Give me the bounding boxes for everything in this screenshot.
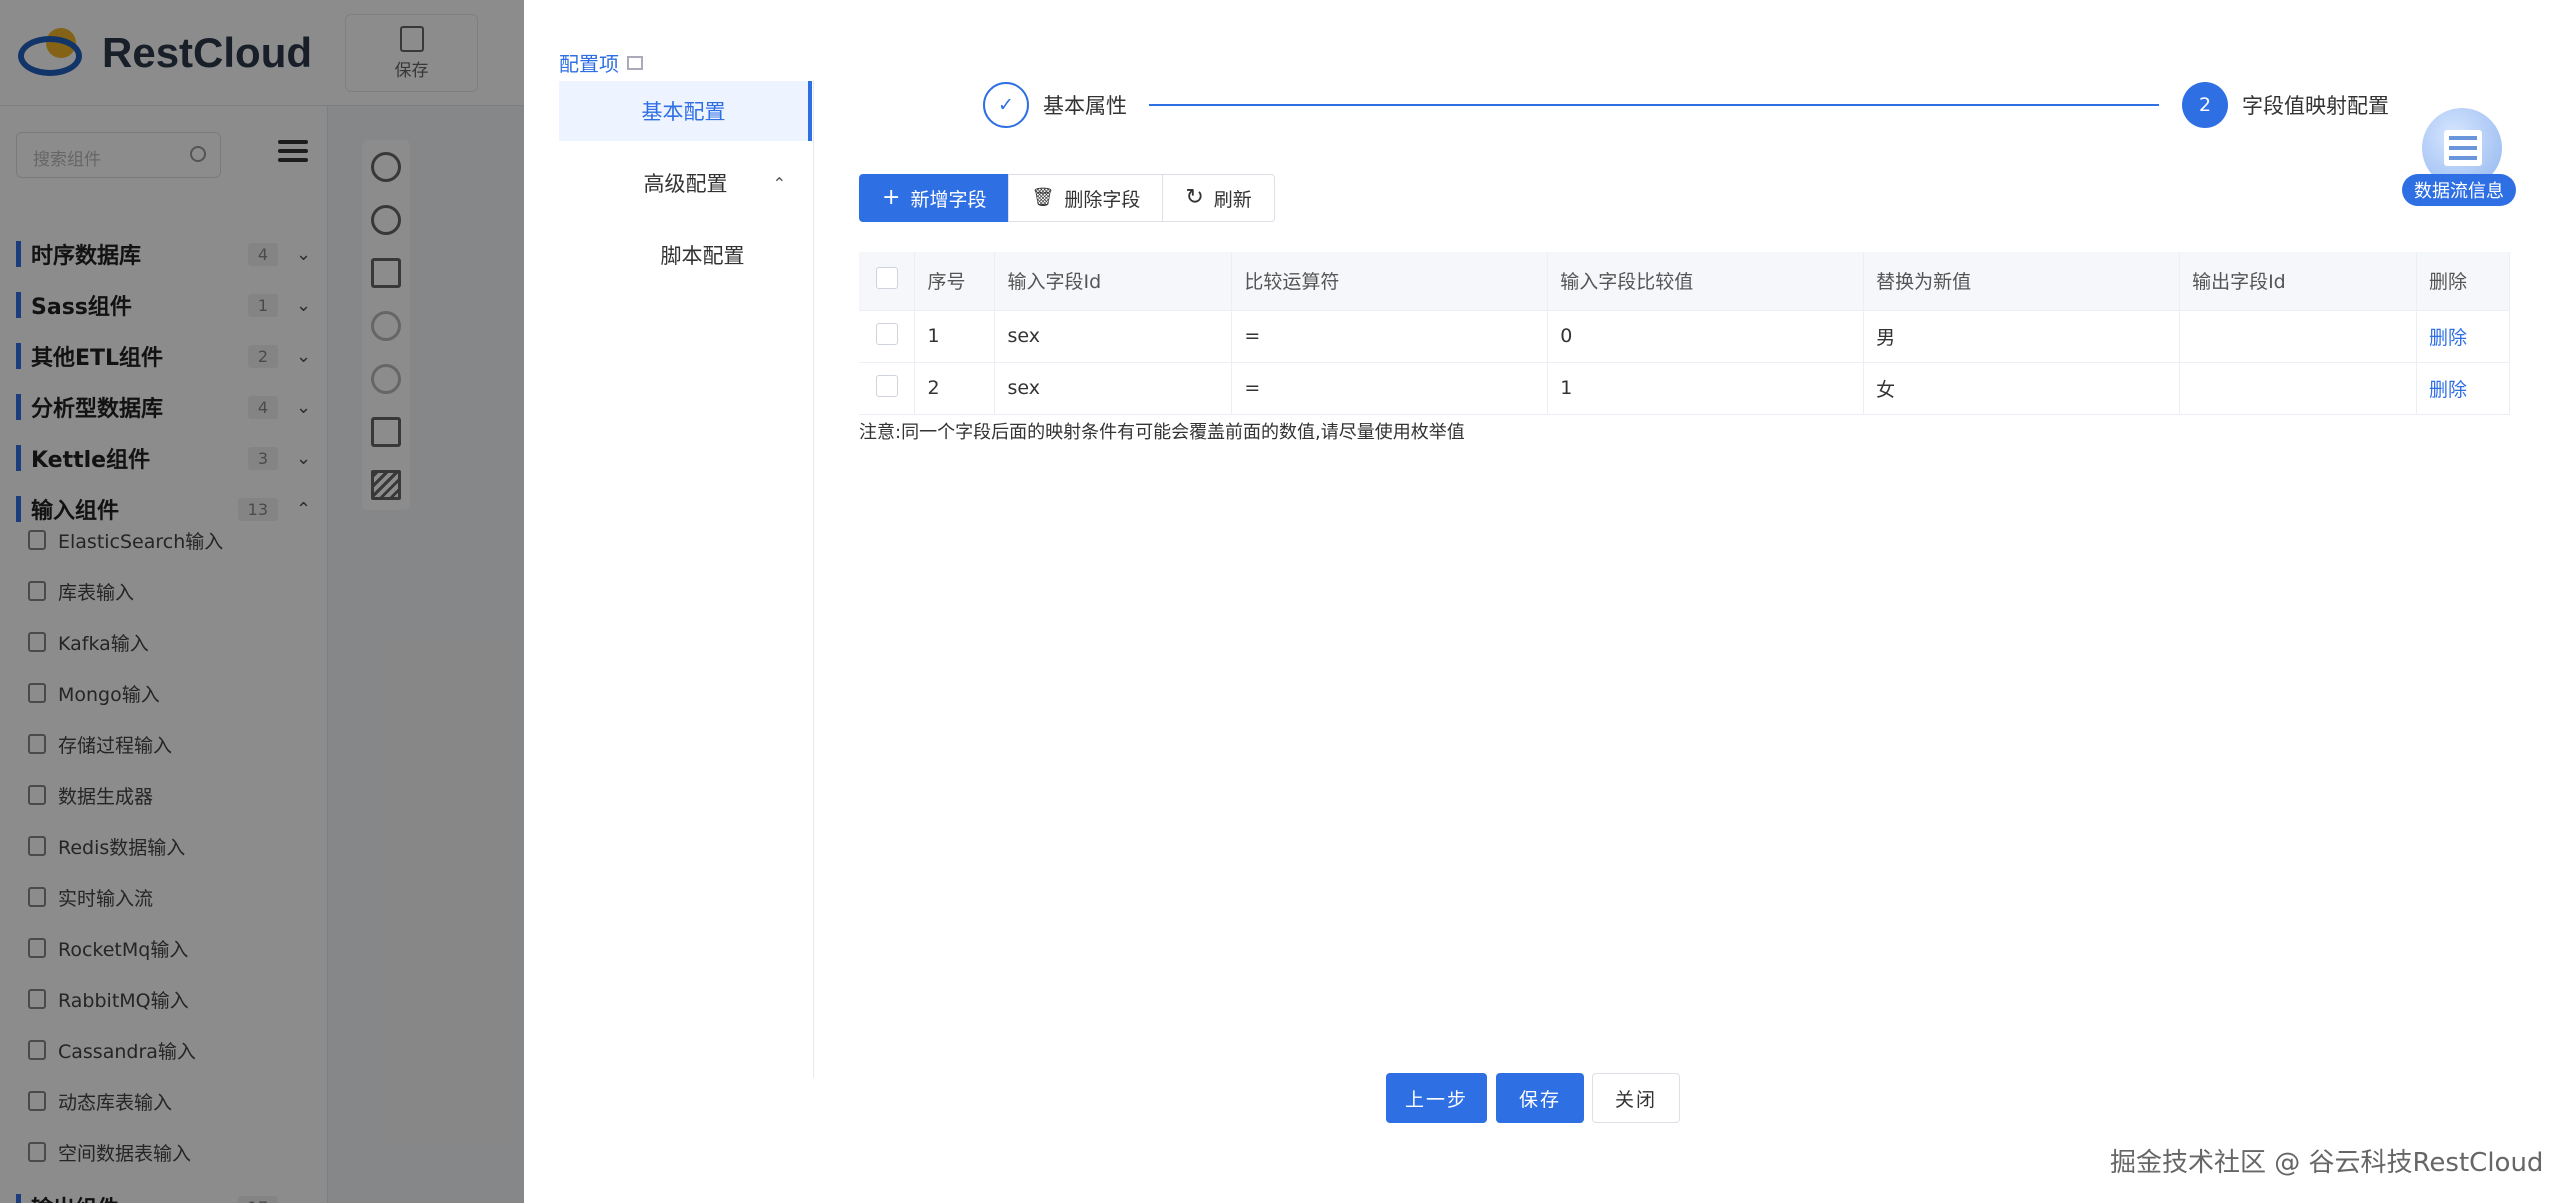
chevron-up-icon: ⌃ — [772, 173, 786, 193]
modal-overlay[interactable] — [0, 0, 524, 1203]
plus-icon: + — [882, 185, 901, 210]
row-select-cell — [859, 362, 916, 415]
delete-row-link[interactable]: 删除 — [2429, 327, 2467, 349]
nav-divider — [813, 80, 814, 1078]
mapping-table: 序号 输入字段Id 比较运算符 输入字段比较值 替换为新值 输出字段Id 删除 … — [859, 252, 2511, 415]
watermark: 掘金技术社区 @ 谷云科技RestCloud — [2110, 1148, 2544, 1178]
delete-field-button[interactable]: 🗑 删除字段 — [1008, 174, 1164, 222]
step-field-mapping[interactable]: 2 字段值映射配置 — [2182, 82, 2389, 128]
table-header-row: 序号 输入字段Id 比较运算符 输入字段比较值 替换为新值 输出字段Id 删除 — [859, 252, 2511, 311]
cell-index: 1 — [914, 310, 996, 363]
row-checkbox[interactable] — [875, 374, 898, 397]
prev-step-button[interactable]: 上一步 — [1386, 1073, 1487, 1123]
nav-script-config[interactable]: 脚本配置 — [559, 225, 812, 285]
cell-operator[interactable]: = — [1231, 310, 1549, 363]
cell-input-field[interactable]: sex — [994, 310, 1233, 363]
col-header: 序号 — [914, 252, 996, 311]
cell-output-field[interactable] — [2179, 362, 2417, 415]
step-label: 基本属性 — [1043, 94, 1127, 118]
nav-advanced-config[interactable]: 高级配置 ⌃ — [559, 153, 812, 213]
nav-label: 高级配置 — [643, 172, 728, 196]
cell-index: 2 — [914, 362, 996, 415]
select-all-checkbox[interactable] — [875, 267, 898, 290]
dataflow-info-button[interactable]: 数据流信息 — [2402, 108, 2516, 208]
close-button[interactable]: 关闭 — [1592, 1073, 1680, 1123]
collapse-icon[interactable] — [627, 55, 643, 70]
nav-label: 基本配置 — [641, 100, 726, 124]
trash-icon: 🗑 — [1031, 187, 1055, 208]
check-icon: ✓ — [983, 82, 1029, 128]
step-basic-properties[interactable]: ✓ 基本属性 — [983, 82, 1127, 128]
row-checkbox[interactable] — [875, 322, 898, 345]
cell-operator[interactable]: = — [1231, 362, 1549, 415]
col-header: 输入字段Id — [994, 252, 1233, 311]
cell-compare-value[interactable]: 1 — [1547, 362, 1865, 415]
delete-field-label: 删除字段 — [1064, 188, 1141, 211]
add-field-button[interactable]: + 新增字段 — [859, 174, 1010, 222]
col-header: 替换为新值 — [1863, 252, 2181, 311]
cell-new-value[interactable]: 男 — [1863, 310, 2181, 363]
dataflow-badge: 数据流信息 — [2402, 174, 2516, 206]
step-connector — [1149, 104, 2159, 106]
col-header: 比较运算符 — [1231, 252, 1549, 311]
row-select-cell — [859, 310, 916, 363]
table-row: 1 sex = 0 男 删除 — [859, 310, 2511, 363]
col-header: 输入字段比较值 — [1547, 252, 1865, 311]
cell-new-value[interactable]: 女 — [1863, 362, 2181, 415]
refresh-label: 刷新 — [1213, 188, 1252, 211]
save-button[interactable]: 保存 — [1496, 1073, 1584, 1123]
table-toolbar: + 新增字段 🗑 删除字段 ↻ 刷新 — [859, 174, 1275, 222]
delete-row-cell: 删除 — [2416, 362, 2511, 415]
config-title: 配置项 — [559, 48, 643, 77]
nav-label: 脚本配置 — [660, 244, 745, 268]
col-header: 输出字段Id — [2179, 252, 2417, 311]
step-number: 2 — [2182, 82, 2228, 128]
col-header: 删除 — [2416, 252, 2511, 311]
config-title-label: 配置项 — [559, 52, 619, 76]
cell-output-field[interactable] — [2179, 310, 2417, 363]
delete-row-cell: 删除 — [2416, 310, 2511, 363]
nav-basic-config[interactable]: 基本配置 — [559, 81, 812, 141]
config-drawer: 配置项 基本配置 高级配置 ⌃ 脚本配置 ✓ 基本属性 2 字段值映射配置 数据流… — [524, 0, 2549, 1203]
cell-compare-value[interactable]: 0 — [1547, 310, 1865, 363]
step-label: 字段值映射配置 — [2242, 94, 2389, 118]
table-row: 2 sex = 1 女 删除 — [859, 362, 2511, 415]
delete-row-link[interactable]: 删除 — [2429, 379, 2467, 401]
add-field-label: 新增字段 — [910, 188, 987, 211]
cell-input-field[interactable]: sex — [994, 362, 1233, 415]
refresh-button[interactable]: ↻ 刷新 — [1162, 174, 1275, 222]
mapping-note: 注意:同一个字段后面的映射条件有可能会覆盖前面的数值,请尽量使用枚举值 — [859, 422, 1465, 443]
refresh-icon: ↻ — [1185, 185, 1204, 210]
select-all-cell — [859, 252, 916, 311]
document-icon — [2444, 130, 2482, 166]
